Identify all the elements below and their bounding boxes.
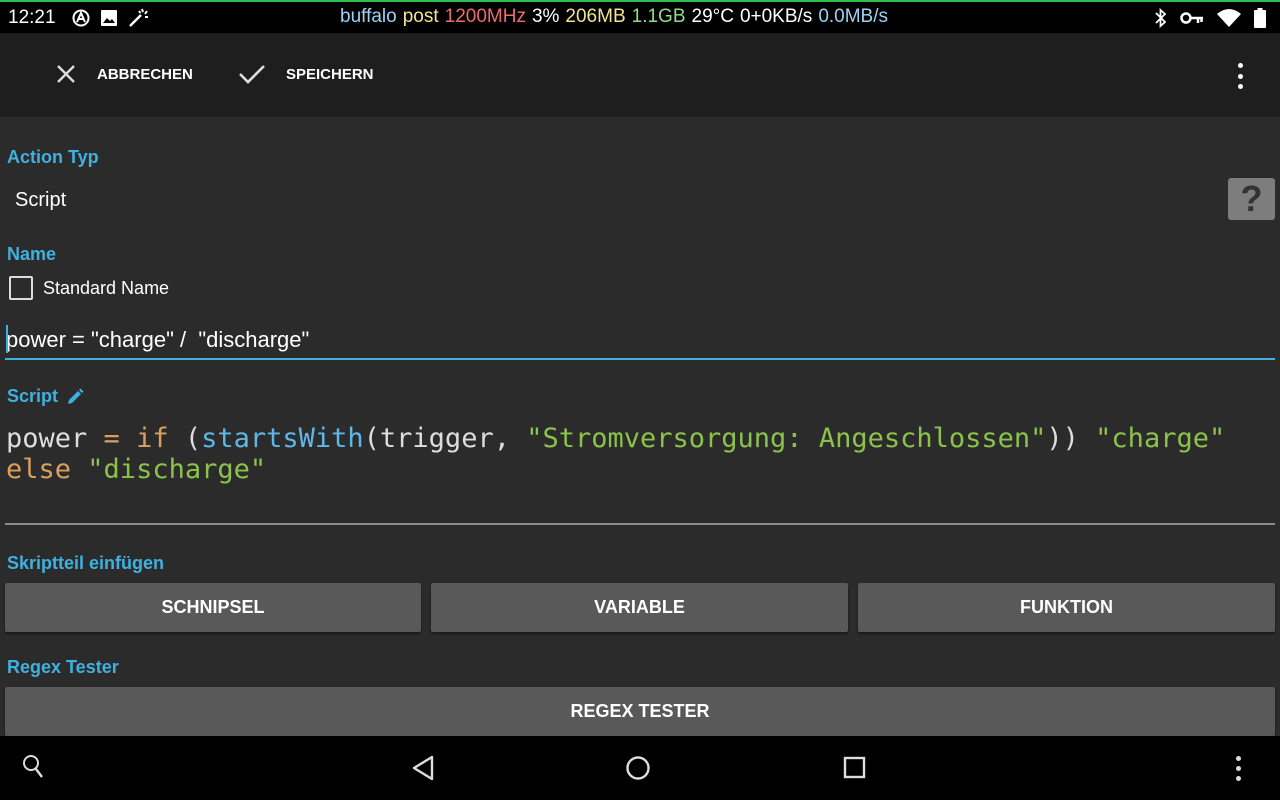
code-token: "discharge" <box>87 454 267 485</box>
at-sign-icon <box>72 9 90 27</box>
edit-pencil-icon[interactable] <box>66 388 84 406</box>
script-header: Script <box>7 386 84 407</box>
magic-wand-icon <box>129 8 148 27</box>
status-stat: buffalo <box>340 6 397 27</box>
status-bar: 12:21 buffalo post 1200MHz 3% 206MB 1.1GB 29°C… <box>0 0 1280 33</box>
system-icons <box>1154 8 1266 28</box>
status-stat: 206MB <box>565 6 626 27</box>
dot-icon <box>1237 73 1243 79</box>
insert-section-label: Skriptteil einfügen <box>7 553 165 573</box>
dot-icon <box>1236 766 1241 771</box>
standard-name-checkbox-row[interactable]: Standard Name <box>9 276 169 300</box>
overflow-menu-button[interactable] <box>1230 63 1250 89</box>
check-icon <box>239 65 265 84</box>
snippet-button[interactable]: SCHNIPSEL <box>5 583 421 632</box>
name-input[interactable] <box>5 322 1275 360</box>
code-token: (trigger, <box>363 423 527 454</box>
dot-icon <box>1236 776 1241 781</box>
clock: 12:21 <box>8 7 56 28</box>
script-editor-underline <box>5 523 1275 525</box>
dot-icon <box>1237 84 1243 89</box>
status-stat: 1200MHz <box>444 6 526 27</box>
search-icon <box>23 755 43 778</box>
code-token: )) <box>1046 423 1096 454</box>
variable-button[interactable]: VARIABLE <box>431 583 848 632</box>
script-editor[interactable]: power = if (startsWith(trigger, "Stromve… <box>6 423 1266 485</box>
search-button[interactable] <box>22 754 44 780</box>
status-stat: 3% <box>531 6 560 27</box>
code-token: else <box>6 454 72 485</box>
status-stat: post <box>402 6 439 27</box>
text-cursor <box>6 325 8 353</box>
standard-name-label: Standard Name <box>43 277 170 298</box>
notification-icons <box>72 8 150 28</box>
recents-square-icon <box>843 756 866 779</box>
bluetooth-icon <box>1155 8 1167 28</box>
dot-icon <box>1236 756 1241 761</box>
close-icon <box>57 65 75 83</box>
wifi-icon <box>1217 9 1241 27</box>
image-icon <box>101 10 117 26</box>
home-circle-icon <box>626 756 650 780</box>
action-type-value: Script <box>15 189 67 211</box>
system-stats: buffalo post 1200MHz 3% 206MB 1.1GB 29°C 0+0KB/… <box>340 6 894 28</box>
help-button[interactable]: ? <box>1228 178 1275 220</box>
cancel-label: ABBRECHEN <box>97 65 193 83</box>
action-bar: ABBRECHEN SPEICHERN <box>0 33 1280 117</box>
name-label: Name <box>7 244 57 264</box>
code-token: power <box>6 423 104 454</box>
regex-tester-button[interactable]: REGEX TESTER <box>5 687 1275 736</box>
code-token: = <box>103 423 137 454</box>
question-mark-icon: ? <box>1240 178 1263 219</box>
status-stat: 29°C <box>691 6 734 27</box>
battery-icon <box>1254 8 1266 28</box>
save-button[interactable]: SPEICHERN <box>238 63 374 85</box>
code-token: "charge" <box>1095 423 1226 454</box>
save-label: SPEICHERN <box>286 65 374 83</box>
standard-name-checkbox[interactable] <box>9 276 33 300</box>
script-label: Script <box>7 386 59 406</box>
nav-overflow-button[interactable] <box>1236 756 1241 781</box>
cancel-button[interactable]: ABBRECHEN <box>55 63 193 85</box>
status-stat: 0+0KB/s <box>739 6 813 27</box>
status-stat: 1.1GB <box>631 6 686 27</box>
navigation-bar <box>0 736 1280 800</box>
vpn-key-icon <box>1180 12 1203 24</box>
home-button[interactable] <box>624 754 652 782</box>
dot-icon <box>1237 63 1243 68</box>
back-triangle-icon <box>412 755 434 781</box>
action-editor: Action Typ Script ? Name Standard Name S… <box>0 117 1280 736</box>
code-token: "Stromversorgung: Angeschlossen" <box>526 423 1047 454</box>
code-token: startsWith <box>201 423 364 454</box>
function-button[interactable]: FUNKTION <box>858 583 1275 632</box>
code-token: if <box>136 423 169 454</box>
status-stat: 0.0MB/s <box>818 6 889 27</box>
action-type-label: Action Typ <box>7 147 99 167</box>
recents-button[interactable] <box>842 754 868 782</box>
regex-section-label: Regex Tester <box>7 657 119 677</box>
back-button[interactable] <box>410 754 436 782</box>
code-token: ( <box>168 423 202 454</box>
